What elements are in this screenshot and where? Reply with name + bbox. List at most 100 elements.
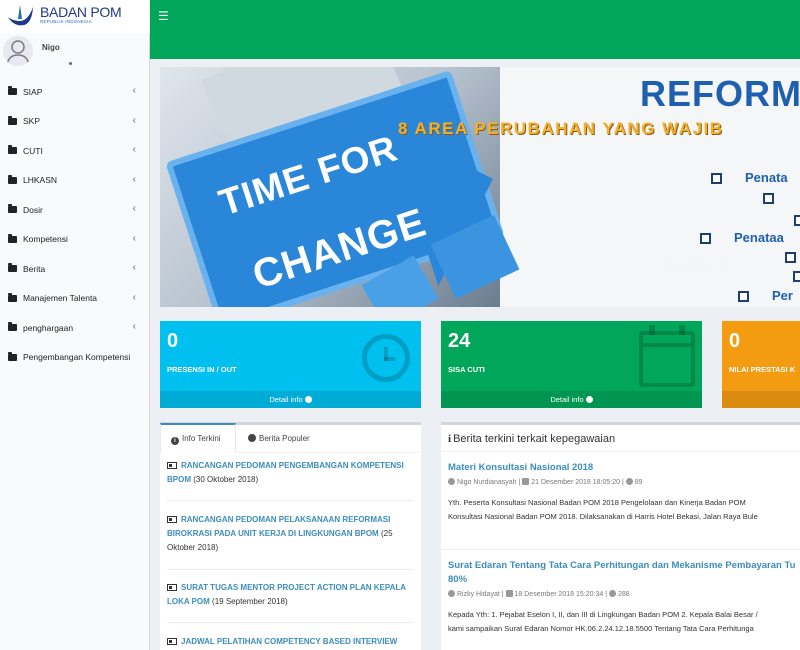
article-body-line: Konsultasi Nasional Badan POM 2018. Dila… (448, 512, 758, 521)
panel-title: i Berita terkini terkait kepegawaian (448, 433, 615, 445)
sidebar-item-skp[interactable]: SKP ‹ (0, 107, 150, 137)
user-avatar-icon (6, 40, 30, 66)
news-title[interactable]: RANCANGAN PEDOMAN PELAKSANAAN REFORMASI … (167, 515, 390, 538)
sidebar-item-label: Kompetensi (23, 234, 68, 245)
presensi-label: PRESENSI IN / OUT (167, 365, 237, 374)
newspaper-icon (167, 638, 177, 645)
avatar (3, 36, 33, 66)
checkbox-icon (738, 291, 749, 302)
article-body: Yth. Peserta Konsultasi Nasional Badan P… (448, 496, 800, 524)
fire-icon (248, 434, 256, 442)
tab-bar: i Info Terkini Berita Populer (160, 423, 421, 453)
sidebar-item-label: SKP (23, 116, 41, 127)
nilai-prestasi-detail-link[interactable] (722, 391, 800, 408)
tab-label: Berita Populer (259, 434, 310, 443)
news-date: (19 September 2018) (212, 597, 288, 606)
article-views: 89 (634, 479, 643, 486)
content-header (150, 33, 800, 59)
list-item[interactable]: SURAT TUGAS MENTOR PROJECT ACTION PLAN K… (167, 581, 413, 623)
sisa-cuti-detail-link[interactable]: Detail info (441, 391, 702, 408)
logo-subtext: REPUBLIK INDONESIA (40, 19, 92, 24)
article-meta: Nigo Nurdianasyah | 21 Desember 2018 18:… (448, 478, 800, 486)
newspaper-icon (167, 462, 177, 469)
hamburger-icon[interactable]: ☰ (158, 10, 170, 22)
sidebar-item-label: SIAP (23, 86, 43, 97)
list-item[interactable]: RANCANGAN PEDOMAN PENGEMBANGAN KOMPETENS… (167, 459, 413, 501)
sisa-cuti-box: 24 SISA CUTI Detail info (441, 321, 702, 408)
sidebar-item-dosir[interactable]: Dosir ‹ (0, 195, 150, 225)
folder-icon (8, 351, 17, 361)
folder-icon (8, 86, 17, 96)
sidebar-item-label: Pengembangan Kompetensi (23, 352, 131, 363)
banner-carousel[interactable]: TIME FOR CHANGE ‹ REFORM 8 AREA PERUBAHA… (160, 67, 800, 307)
eye-icon (625, 478, 633, 485)
checkbox-icon (793, 271, 800, 282)
sidebar-item-penghargaan[interactable]: penghargaan ‹ (0, 313, 150, 343)
folder-icon (8, 174, 17, 184)
folder-icon (8, 115, 17, 125)
eye-icon (608, 590, 616, 597)
user-panel: Nigo (0, 33, 150, 75)
user-name: Nigo (42, 43, 60, 52)
sidebar-item-label: Berita (23, 263, 46, 274)
arrow-circle-right-icon (304, 396, 312, 403)
tab-label: Info Terkini (182, 434, 221, 443)
sidebar-item-lhkasn[interactable]: LHKASN ‹ (0, 166, 150, 196)
presensi-box: 0 PRESENSI IN / OUT Detail info (160, 321, 421, 408)
chevron-left-icon: ‹ (132, 114, 136, 126)
chevron-left-icon[interactable]: ‹ (242, 175, 248, 196)
article-title[interactable]: Surat Edaran Tentang Tata Cara Perhitung… (448, 559, 798, 587)
article-title[interactable]: Materi Konsultasi Nasional 2018 (448, 461, 798, 475)
article-date: 21 Desember 2018 18:05:20 (531, 479, 620, 486)
checkbox-icon (763, 193, 774, 204)
sidebar: Nigo SIAP ‹ SKP ‹ CUTI ‹ LHKASN ‹ Dosir … (0, 33, 150, 650)
sidebar-item-berita[interactable]: Berita ‹ (0, 254, 150, 284)
sidebar-item-kompetensi[interactable]: Kompetensi ‹ (0, 225, 150, 255)
chevron-left-icon: ‹ (132, 262, 136, 273)
sidebar-item-siap[interactable]: SIAP ‹ (0, 77, 150, 107)
list-item[interactable]: JADWAL PELATIHAN COMPETENCY BASED INTERV… (167, 635, 413, 650)
folder-icon (8, 292, 17, 302)
news-panel: i Berita terkini terkait kepegawaian Mate… (441, 422, 800, 650)
news-article: Surat Edaran Tentang Tata Cara Perhitung… (448, 559, 800, 636)
sidebar-item-cuti[interactable]: CUTI ‹ (0, 136, 150, 166)
list-item[interactable]: RANCANGAN PEDOMAN PELAKSANAAN REFORMASI … (167, 513, 413, 570)
banner-subtitle: 8 AREA PERUBAHAN YANG WAJIB (398, 119, 724, 138)
sidebar-item-manajemen-talenta[interactable]: Manajemen Talenta ‹ (0, 284, 150, 314)
sidebar-item-pengembangan-kompetensi[interactable]: Pengembangan Kompetensi (0, 343, 150, 373)
info-icon: i (448, 433, 452, 445)
user-icon (448, 478, 455, 485)
chevron-left-icon: ‹ (132, 321, 136, 332)
newspaper-icon (167, 584, 177, 591)
panel-title-text: Berita terkini terkait kepegawaian (453, 433, 616, 445)
news-date: (30 Oktober 2018) (193, 475, 259, 484)
clock-icon (362, 334, 410, 382)
article-author: Nigo Nurdianasyah (457, 479, 517, 486)
calendar-icon (522, 478, 530, 485)
tab-berita-populer[interactable]: Berita Populer (248, 425, 310, 453)
presensi-detail-link[interactable]: Detail info (160, 391, 421, 408)
chevron-left-icon: ‹ (132, 144, 136, 155)
logo[interactable]: BADAN POM REPUBLIK INDONESIA (0, 0, 150, 33)
top-navbar: BADAN POM REPUBLIK INDONESIA ☰ (0, 0, 800, 33)
arrow-circle-right-icon (585, 396, 593, 403)
news-title[interactable]: JADWAL PELATIHAN COMPETENCY BASED INTERV… (181, 637, 397, 646)
newspaper-icon (167, 516, 177, 523)
article-body-line: kami sampaikan Surat Edaran Nomor HK.06.… (448, 624, 754, 633)
divider (441, 549, 800, 550)
chevron-left-icon: ‹ (132, 291, 136, 303)
folder-icon (8, 233, 17, 243)
banner-image: TIME FOR CHANGE (160, 67, 520, 307)
info-tabs-panel: i Info Terkini Berita Populer RANCANGAN P… (160, 422, 421, 650)
tab-info-terkini[interactable]: i Info Terkini (160, 423, 236, 453)
sidebar-item-label: Manajemen Talenta (23, 293, 98, 304)
nilai-prestasi-box: 0 NILAI PRESTASI K (722, 321, 800, 408)
chevron-left-icon: ‹ (132, 232, 136, 244)
chevron-left-icon: ‹ (132, 203, 136, 214)
article-body: Kepada Yth: 1. Pejabat Eselon I, II, dan… (448, 608, 800, 636)
sidebar-item-label: LHKASN (23, 175, 58, 186)
article-author: Rizky Hidayat (457, 591, 500, 598)
folder-icon (8, 263, 17, 273)
info-icon: i (171, 437, 179, 445)
sidebar-menu: SIAP ‹ SKP ‹ CUTI ‹ LHKASN ‹ Dosir ‹ Kom… (0, 77, 150, 372)
